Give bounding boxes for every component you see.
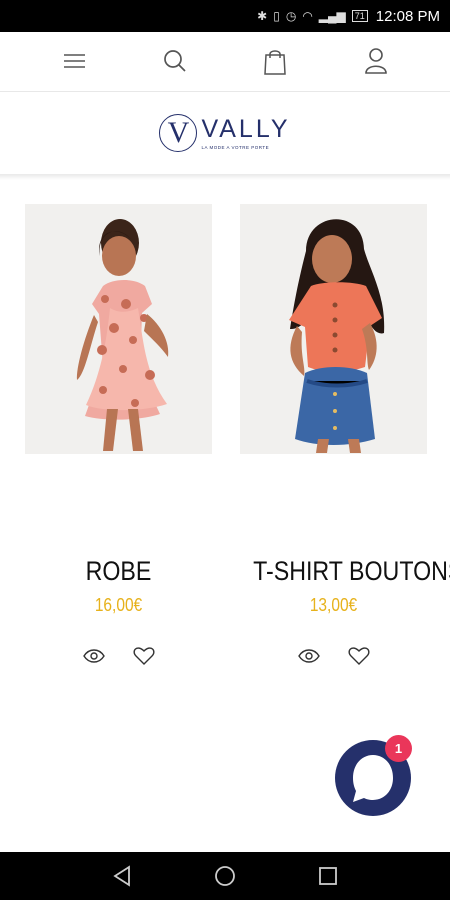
logo-text-group: VALLY LA MODE A VOTRE PORTE: [201, 114, 291, 150]
product-title[interactable]: ROBE: [38, 556, 199, 587]
logo-tagline: LA MODE A VOTRE PORTE: [201, 144, 270, 150]
product-price: 13,00€: [309, 595, 358, 615]
child-in-coral-top-and-denim-skirt-photo: [240, 204, 427, 454]
vibrate-icon: ▯: [273, 9, 280, 23]
status-icons: ✱ ▯ ◷ ◠ ▂▄▆ 71: [257, 9, 368, 23]
brand-logo[interactable]: V VALLY LA MODE A VOTRE PORTE: [159, 114, 290, 152]
product-grid: ROBE 16,00€ T-SHIRT BOUTONS 13,00€: [25, 204, 450, 668]
logo-monogram: V: [159, 114, 198, 152]
notification-badge: 1: [385, 735, 412, 762]
recent-apps-icon[interactable]: [307, 855, 349, 897]
home-icon[interactable]: [204, 855, 246, 897]
user-icon[interactable]: [351, 36, 401, 86]
hamburger-menu-icon[interactable]: [49, 36, 99, 86]
alarm-icon: ◷: [285, 9, 297, 23]
product-actions: [240, 643, 427, 668]
wifi-icon: ◠: [302, 9, 313, 23]
status-time: 12:08 PM: [375, 7, 440, 25]
product-image[interactable]: [25, 204, 212, 454]
product-title[interactable]: T-SHIRT BOUTONS: [253, 556, 450, 587]
wishlist-heart-icon[interactable]: [346, 643, 371, 668]
shopping-bag-icon[interactable]: [250, 36, 300, 86]
search-icon[interactable]: [150, 36, 200, 86]
battery-icon: 71: [351, 10, 368, 22]
logo-name: VALLY: [201, 114, 291, 143]
signal-icon: ▂▄▆: [318, 9, 346, 23]
wishlist-heart-icon[interactable]: [131, 643, 156, 668]
logo-area: V VALLY LA MODE A VOTRE PORTE: [0, 92, 450, 174]
back-icon[interactable]: [101, 855, 143, 897]
product-card[interactable]: ROBE 16,00€: [25, 204, 212, 668]
header-shadow: [0, 174, 450, 180]
top-navigation: [0, 32, 450, 90]
product-actions: [25, 643, 212, 668]
product-card[interactable]: T-SHIRT BOUTONS 13,00€: [240, 204, 450, 668]
bluetooth-icon: ✱: [257, 9, 268, 23]
quick-view-eye-icon[interactable]: [296, 643, 321, 668]
product-image[interactable]: [240, 204, 427, 454]
product-price: 16,00€: [94, 595, 143, 615]
child-in-floral-dress-photo: [25, 204, 212, 454]
status-bar: ✱ ▯ ◷ ◠ ▂▄▆ 71 12:08 PM: [0, 0, 450, 32]
quick-view-eye-icon[interactable]: [81, 643, 106, 668]
android-navigation-bar: [0, 852, 450, 900]
